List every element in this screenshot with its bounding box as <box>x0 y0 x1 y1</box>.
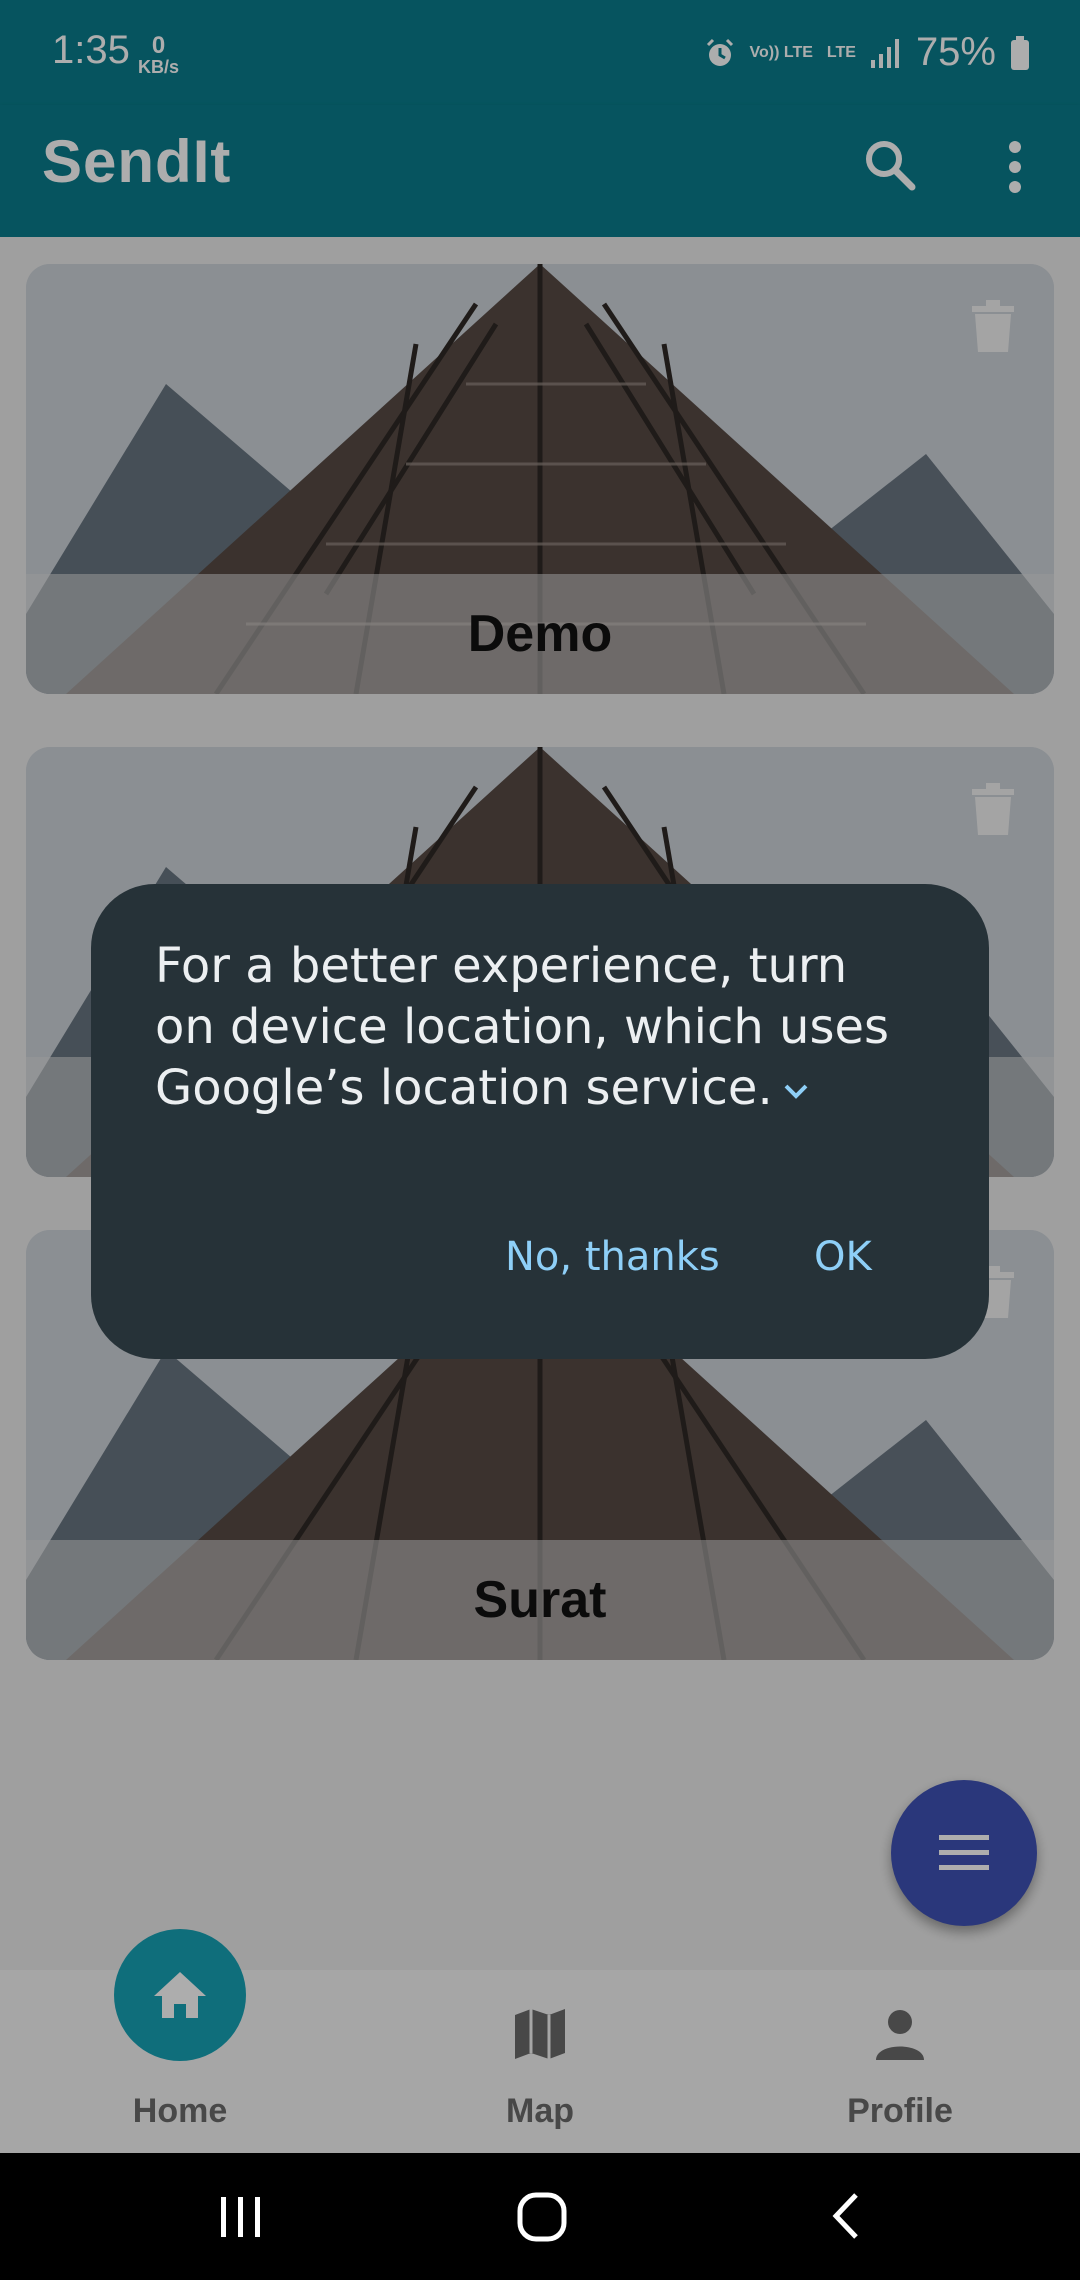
system-navigation-bar <box>0 2153 1080 2280</box>
dialog-message-text: For a better experience, turn on device … <box>155 938 889 1116</box>
ok-button[interactable]: OK <box>814 1234 872 1280</box>
back-icon[interactable] <box>828 2191 862 2241</box>
dialog-message: For a better experience, turn on device … <box>155 936 895 1119</box>
chevron-down-icon[interactable] <box>783 1082 809 1100</box>
recent-apps-icon[interactable] <box>218 2195 264 2239</box>
location-dialog: For a better experience, turn on device … <box>91 884 989 1359</box>
no-thanks-button[interactable]: No, thanks <box>505 1234 720 1280</box>
home-button-icon[interactable] <box>516 2191 568 2243</box>
